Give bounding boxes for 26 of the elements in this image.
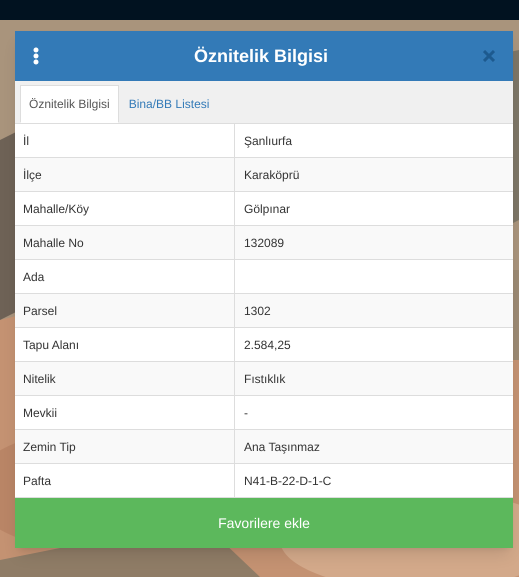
add-favorites-button[interactable]: Favorilere ekle bbox=[15, 498, 513, 548]
tab[interactable]: Öznitelik Bilgisi bbox=[20, 85, 119, 123]
table-cell: Nitelik bbox=[15, 362, 235, 395]
table-cell: Tapu Alanı bbox=[15, 328, 235, 361]
table-cell-text: 1302 bbox=[243, 302, 272, 320]
table-cell: Mevkii bbox=[15, 396, 235, 429]
table-cell-text: Fıstıklık bbox=[243, 370, 286, 388]
table-cell-text: Şanlıurfa bbox=[243, 132, 294, 150]
table-cell: Ada bbox=[15, 260, 235, 293]
table-cell: Zemin Tip bbox=[15, 430, 235, 463]
dialog-title: Öznitelik Bilgisi bbox=[194, 44, 328, 68]
table-cell-text: Karaköprü bbox=[243, 166, 300, 184]
table-cell: Parsel bbox=[15, 294, 235, 327]
table-cell: Pafta bbox=[15, 464, 235, 497]
table-cell: İlçe bbox=[15, 158, 235, 191]
table-cell-text: Ana Taşınmaz bbox=[243, 438, 321, 456]
table-cell: Mahalle/Köy bbox=[15, 192, 235, 225]
table-cell: İl bbox=[15, 124, 235, 157]
table-cell-text: - bbox=[243, 404, 249, 422]
table-cell-text: Gölpınar bbox=[243, 200, 292, 218]
table-cell-text: N41-B-22-D-1-C bbox=[243, 472, 332, 490]
table-cell-text: 132089 bbox=[243, 234, 286, 252]
table-cell-text: 2.584,25 bbox=[243, 336, 292, 354]
tab[interactable]: Bina/BB Listesi bbox=[118, 85, 220, 123]
table-cell: Mahalle No bbox=[15, 226, 235, 259]
menu-icon[interactable] bbox=[33, 47, 39, 65]
